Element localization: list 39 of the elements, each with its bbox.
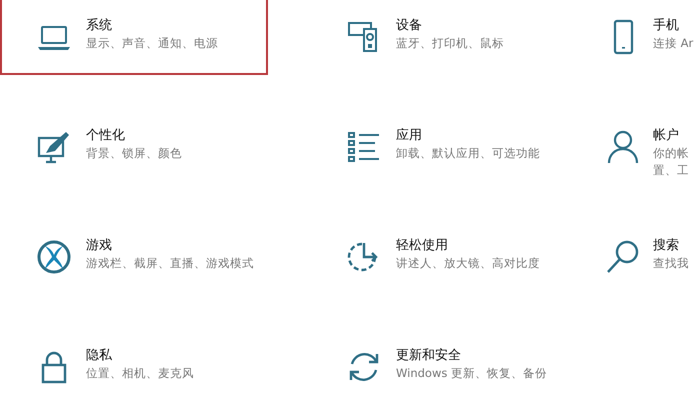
tile-description: 位置、相机、麦克风 [86,365,194,382]
tile-title: 隐私 [86,347,113,365]
settings-tile[interactable]: 隐私 位置、相机、麦克风 [0,327,268,405]
list-icon [346,129,382,165]
settings-tile[interactable]: 更新和安全 Windows 更新、恢复、备份 [310,327,578,405]
settings-tile[interactable]: 手机 连接 Ar [595,0,696,75]
tile-description: Windows 更新、恢复、备份 [396,365,547,382]
tile-title: 搜索 [653,237,680,255]
tile-title: 个性化 [86,127,126,145]
tile-description: 连接 Ar [653,35,694,52]
tile-title: 设备 [396,17,423,35]
settings-tile[interactable]: 应用 卸载、默认应用、可选功能 [310,107,578,185]
tile-title: 轻松使用 [396,237,449,255]
settings-tile[interactable]: 搜索 查找我 [595,217,696,295]
settings-tile[interactable]: 设备 蓝牙、打印机、鼠标 [310,0,578,75]
tile-description: 置、工 [653,162,689,179]
tile-title: 游戏 [86,237,113,255]
tile-description: 卸载、默认应用、可选功能 [396,145,540,162]
tile-description: 显示、声音、通知、电源 [86,35,218,52]
tile-title: 应用 [396,127,423,145]
tile-description: 游戏栏、截屏、直播、游戏模式 [86,255,254,272]
settings-tile[interactable]: 个性化 背景、锁屏、颜色 [0,107,268,185]
tile-title: 更新和安全 [396,347,462,365]
xbox-icon [36,239,72,275]
search-icon [605,239,641,275]
settings-tile[interactable]: 游戏 游戏栏、截屏、直播、游戏模式 [0,217,268,295]
monitor-brush-icon [36,129,72,165]
tile-description: 蓝牙、打印机、鼠标 [396,35,504,52]
tile-title: 手机 [653,17,680,35]
tile-description: 查找我 [653,255,689,272]
tile-description: 讲述人、放大镜、高对比度 [396,255,540,272]
settings-tile[interactable]: 轻松使用 讲述人、放大镜、高对比度 [310,217,578,295]
settings-tile[interactable]: 帐户 你的帐 置、工 [595,107,696,185]
tile-title: 系统 [86,17,113,35]
person-icon [605,129,641,165]
tile-description: 背景、锁屏、颜色 [86,145,182,162]
tile-description: 你的帐 [653,145,689,162]
tile-title: 帐户 [653,127,680,145]
settings-tile[interactable]: 系统 显示、声音、通知、电源 [0,0,268,75]
